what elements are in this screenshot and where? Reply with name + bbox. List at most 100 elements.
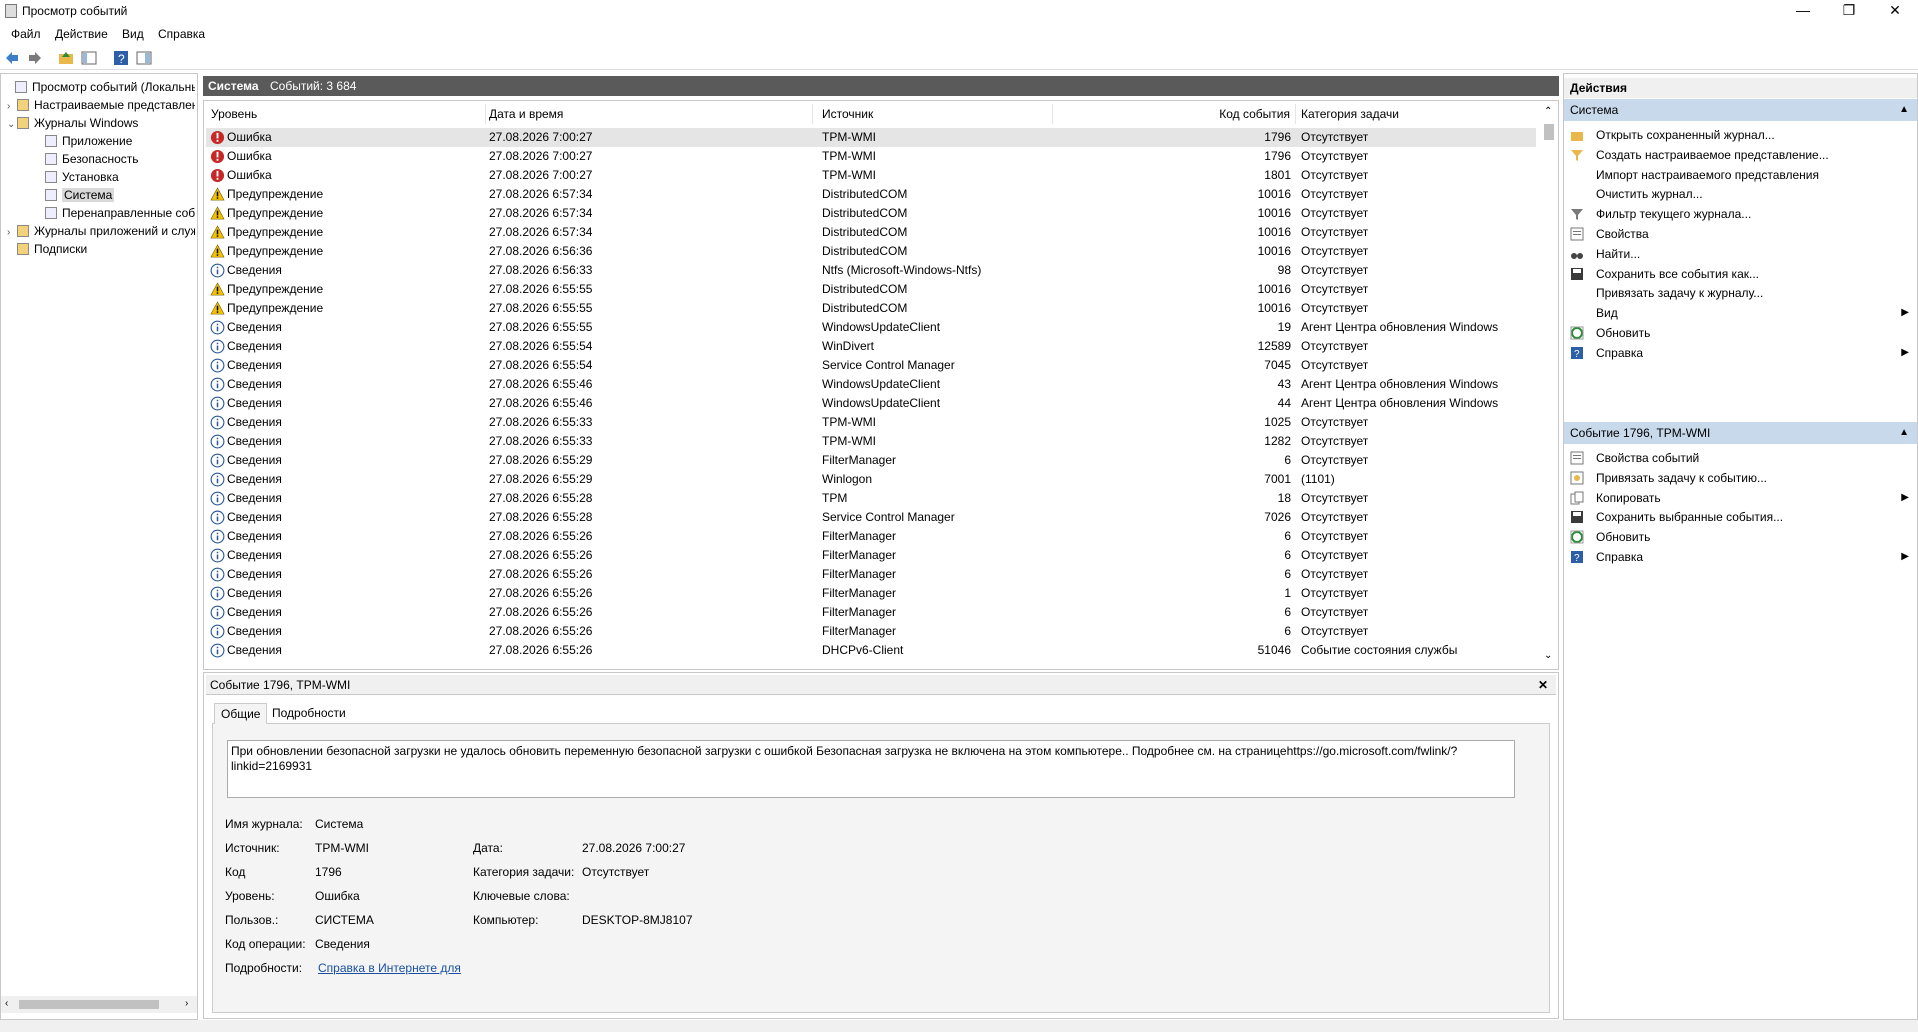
grid-scroll-thumb[interactable] xyxy=(1544,124,1554,140)
table-row[interactable]: Сведения 27.08.2026 6:55:26 FilterManager 6… xyxy=(206,565,1536,584)
scroll-up-icon[interactable]: ⌃ xyxy=(1544,106,1552,117)
tree-item-security[interactable]: Безопасность xyxy=(45,150,195,168)
table-row[interactable]: Ошибка 27.08.2026 7:00:27 TPM-WMI 1796 Отсут… xyxy=(206,128,1536,147)
column-header-level[interactable]: Уровень xyxy=(206,104,486,124)
tree-horizontal-scrollbar[interactable]: ‹ › xyxy=(1,996,197,1013)
event-message-box[interactable]: При обновлении безопасной загрузки не уд… xyxy=(227,740,1515,798)
restore-button[interactable]: ❐ xyxy=(1826,0,1872,22)
action-item[interactable]: Открыть сохраненный журнал... xyxy=(1568,124,1913,146)
column-header-date[interactable]: Дата и время xyxy=(486,104,813,124)
tree-item-root[interactable]: Просмотр событий (Локальный) xyxy=(5,78,195,96)
back-arrow-icon[interactable] xyxy=(4,50,20,66)
table-row[interactable]: Сведения 27.08.2026 6:55:54 WinDivert 12589… xyxy=(206,337,1536,356)
close-detail-icon[interactable]: ✕ xyxy=(1538,675,1548,695)
column-header-source[interactable]: Источник xyxy=(813,104,1053,124)
menu-file[interactable]: Файл xyxy=(11,27,41,41)
show-hide-tree-icon[interactable] xyxy=(81,50,97,66)
action-item[interactable]: Сохранить выбранные события... xyxy=(1568,506,1913,528)
column-header-category[interactable]: Категория задачи xyxy=(1296,104,1539,124)
tree-item-app-service-logs[interactable]: › Журналы приложений и служб xyxy=(7,222,195,240)
table-row[interactable]: Предупреждение 27.08.2026 6:57:34 Distribu… xyxy=(206,185,1536,204)
action-item[interactable]: Найти... xyxy=(1568,243,1913,265)
table-row[interactable]: Сведения 27.08.2026 6:55:28 Service Contro… xyxy=(206,508,1536,527)
action-item[interactable]: Создать настраиваемое представление... xyxy=(1568,144,1913,166)
table-row[interactable]: Сведения 27.08.2026 6:55:54 Service Contro… xyxy=(206,356,1536,375)
online-help-link[interactable]: Справка в Интернете для xyxy=(318,961,461,975)
tree-expander[interactable]: ⌄ xyxy=(7,116,17,132)
action-item[interactable]: Вид ▶ xyxy=(1568,302,1913,324)
action-item[interactable]: Привязать задачу к событию... xyxy=(1568,467,1913,489)
actions-section-system[interactable]: Система ▲ xyxy=(1564,99,1917,121)
table-row[interactable]: Сведения 27.08.2026 6:55:29 FilterManager 6… xyxy=(206,451,1536,470)
tree-expander[interactable]: › xyxy=(7,224,17,240)
minimize-button[interactable]: — xyxy=(1780,0,1826,22)
tree-item-system[interactable]: Система xyxy=(45,186,195,204)
action-item[interactable]: Обновить xyxy=(1568,322,1913,344)
tree-item-setup[interactable]: Установка xyxy=(45,168,195,186)
table-row[interactable]: Сведения 27.08.2026 6:55:33 TPM-WMI 1282 Отс… xyxy=(206,432,1536,451)
scroll-left-icon[interactable]: ‹ xyxy=(5,998,8,1009)
save-icon xyxy=(1571,267,1583,280)
tree-item-subscriptions[interactable]: Подписки xyxy=(17,240,195,258)
action-item[interactable]: Свойства xyxy=(1568,223,1913,245)
tree-item-windows-logs[interactable]: ⌄ Журналы Windows xyxy=(7,114,195,132)
action-item[interactable]: ? Справка ▶ xyxy=(1568,342,1913,364)
table-row[interactable]: Сведения 27.08.2026 6:56:33 Ntfs (Microsof… xyxy=(206,261,1536,280)
collapse-icon[interactable]: ▲ xyxy=(1899,99,1909,121)
show-hide-action-pane-icon[interactable] xyxy=(136,50,152,66)
cell-date: 27.08.2026 6:57:34 xyxy=(489,206,593,220)
table-row[interactable]: Сведения 27.08.2026 6:55:55 WindowsUpdateC… xyxy=(206,318,1536,337)
table-row[interactable]: Ошибка 27.08.2026 7:00:27 TPM-WMI 1801 Отсут… xyxy=(206,166,1536,185)
cell-event-code: 6 xyxy=(1284,605,1291,619)
tree-expander[interactable]: › xyxy=(7,98,17,114)
table-row[interactable]: Сведения 27.08.2026 6:55:26 FilterManager 6… xyxy=(206,527,1536,546)
table-row[interactable]: Сведения 27.08.2026 6:55:46 WindowsUpdateC… xyxy=(206,375,1536,394)
table-row[interactable]: Сведения 27.08.2026 6:55:33 TPM-WMI 1025 Отс… xyxy=(206,413,1536,432)
action-item[interactable]: Импорт настраиваемого представления xyxy=(1568,164,1913,186)
tree-scroll-thumb[interactable] xyxy=(19,1000,159,1009)
table-row[interactable]: Сведения 27.08.2026 6:55:26 FilterManager 6… xyxy=(206,603,1536,622)
collapse-icon[interactable]: ▲ xyxy=(1899,422,1909,444)
table-row[interactable]: Сведения 27.08.2026 6:55:29 Winlogon 7001 (1… xyxy=(206,470,1536,489)
menu-view[interactable]: Вид xyxy=(122,27,144,41)
action-item[interactable]: Сохранить все события как... xyxy=(1568,263,1913,285)
table-row[interactable]: Сведения 27.08.2026 6:55:26 DHCPv6-Client 5… xyxy=(206,641,1536,660)
table-row[interactable]: Ошибка 27.08.2026 7:00:27 TPM-WMI 1796 Отсут… xyxy=(206,147,1536,166)
tree-item-custom-views[interactable]: › Настраиваемые представления xyxy=(7,96,195,114)
tab-details[interactable]: Подробности xyxy=(266,703,352,724)
table-row[interactable]: Предупреждение 27.08.2026 6:57:34 Distribu… xyxy=(206,204,1536,223)
grid-vertical-scrollbar[interactable]: ⌃ ⌄ xyxy=(1540,104,1558,668)
error-icon xyxy=(210,130,225,145)
table-row[interactable]: Предупреждение 27.08.2026 6:57:34 Distribu… xyxy=(206,223,1536,242)
tree-item-forwarded-events[interactable]: Перенаправленные события xyxy=(45,204,195,222)
table-row[interactable]: Сведения 27.08.2026 6:55:26 FilterManager 1… xyxy=(206,584,1536,603)
menu-action[interactable]: Действие xyxy=(55,27,108,41)
action-item[interactable]: Очистить журнал... xyxy=(1568,183,1913,205)
action-item[interactable]: Обновить xyxy=(1568,526,1913,548)
forward-arrow-icon[interactable] xyxy=(27,50,43,66)
action-item[interactable]: Копировать ▶ xyxy=(1568,487,1913,509)
action-item[interactable]: Привязать задачу к журналу... xyxy=(1568,282,1913,304)
scroll-down-icon[interactable]: ⌄ xyxy=(1544,650,1552,661)
table-row[interactable]: Сведения 27.08.2026 6:55:26 FilterManager 6… xyxy=(206,546,1536,565)
action-item[interactable]: Фильтр текущего журнала... xyxy=(1568,203,1913,225)
table-row[interactable]: Сведения 27.08.2026 6:55:26 FilterManager 6… xyxy=(206,622,1536,641)
table-row[interactable]: Предупреждение 27.08.2026 6:55:55 Distribu… xyxy=(206,280,1536,299)
actions-section-event[interactable]: Событие 1796, TPM-WMI ▲ xyxy=(1564,422,1917,444)
column-header-event-code[interactable]: Код события xyxy=(1053,104,1296,124)
tab-general[interactable]: Общие xyxy=(214,703,268,724)
close-window-button[interactable]: ✕ xyxy=(1872,0,1918,22)
table-row[interactable]: Сведения 27.08.2026 6:55:28 TPM 18 Отсутству… xyxy=(206,489,1536,508)
table-row[interactable]: Сведения 27.08.2026 6:55:46 WindowsUpdateC… xyxy=(206,394,1536,413)
scroll-right-icon[interactable]: › xyxy=(185,998,188,1009)
cell-source: TPM-WMI xyxy=(822,415,876,429)
table-row[interactable]: Предупреждение 27.08.2026 6:55:55 Distribu… xyxy=(206,299,1536,318)
action-item[interactable]: ? Справка ▶ xyxy=(1568,546,1913,568)
help-icon[interactable]: ? xyxy=(113,50,129,66)
action-item[interactable]: Свойства событий xyxy=(1568,447,1913,469)
menu-help[interactable]: Справка xyxy=(158,27,205,41)
table-row[interactable]: Предупреждение 27.08.2026 6:56:36 Distribu… xyxy=(206,242,1536,261)
info-icon xyxy=(210,415,225,430)
up-folder-icon[interactable] xyxy=(58,50,74,66)
tree-item-application[interactable]: Приложение xyxy=(45,132,195,150)
